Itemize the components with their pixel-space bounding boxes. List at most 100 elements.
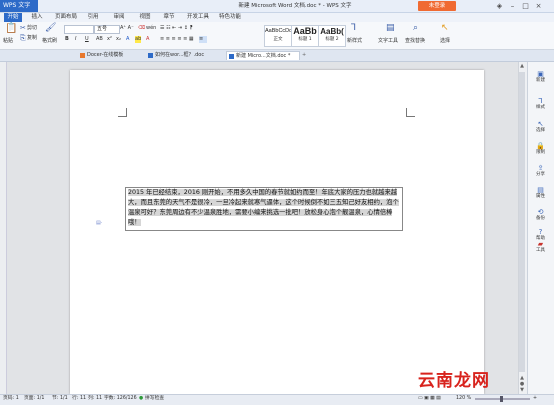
taskpane-select[interactable]: ↖ 选择 [527, 120, 554, 134]
paste-button[interactable]: 粘贴 [3, 38, 13, 45]
status-page-number: 页码: 1 [3, 396, 19, 401]
taskpane-label: 限制 [536, 150, 545, 155]
taskpane-styles[interactable]: Ꞁ 样式 [527, 97, 554, 111]
properties-icon: ▤ [537, 186, 544, 194]
scrollbar-thumb[interactable] [519, 72, 525, 372]
text-tools-button[interactable]: 文字工具 [378, 38, 398, 45]
grow-font-icon[interactable]: A⁺ A⁻ [120, 25, 134, 32]
align-icons[interactable]: ≡ ≡ ≡ ≡ ≡ ▦ [160, 36, 194, 43]
superscript-icon[interactable]: x² [107, 36, 112, 43]
new-style-button[interactable]: 新样式 [347, 38, 362, 45]
subscript-icon[interactable]: x₂ [116, 36, 121, 43]
taskpane-restrict[interactable]: 🔒 限制 [527, 142, 554, 156]
font-size-select[interactable]: 五号 [94, 25, 120, 34]
format-painter-button[interactable]: 格式刷 [42, 38, 57, 45]
new-tab-icon[interactable]: + [302, 52, 306, 59]
maximize-icon[interactable]: □ [520, 0, 531, 12]
cut-button[interactable]: 剪切 [27, 25, 37, 32]
new-doc-icon: ▣ [537, 70, 544, 78]
justify-active-icon[interactable]: ≡ [199, 36, 207, 43]
tab-references[interactable]: 引用 [84, 13, 102, 22]
tab-document-1[interactable]: 如何在wor...框？.doc [146, 51, 224, 60]
new-style-icon[interactable]: Ꞁ [351, 24, 356, 33]
font-color-icon[interactable]: A [126, 36, 129, 43]
text-tools-icon[interactable]: ▤ [386, 24, 395, 33]
select-icon: ↖ [537, 120, 544, 128]
status-row: 行: 11 [72, 396, 87, 401]
status-pages: 页面: 1/1 [24, 396, 45, 401]
view-mode-icons[interactable]: ▭ ▣ ▦ ▤ [418, 394, 441, 404]
find-replace-icon[interactable]: ⌕ [413, 24, 418, 33]
bullets-icon[interactable]: ☰ ☷ ⇤ ⇥ ↕ ⁋ [160, 25, 193, 32]
copy-icon[interactable]: ⎘ [20, 35, 26, 42]
taskpane-share[interactable]: ⇪ 分享 [527, 164, 554, 178]
style-sample: AaBb( [320, 27, 344, 36]
italic-button[interactable]: I [75, 36, 76, 43]
help-icon: ? [538, 228, 543, 236]
phonetic-icon[interactable]: wén [146, 25, 156, 32]
font-name-select[interactable] [64, 25, 94, 34]
paste-icon[interactable]: 📋 [5, 24, 17, 34]
scroll-up-icon[interactable]: ▲ [518, 63, 526, 69]
share-icon: ⇪ [537, 164, 544, 172]
style-normal[interactable]: AaBbCcDd 正文 [264, 25, 292, 47]
tab-view[interactable]: 视图 [136, 13, 154, 22]
styles-icon: Ꞁ [538, 97, 543, 105]
paragraph-handle-icon[interactable]: ▤· [96, 220, 104, 226]
app-menu-button[interactable]: WPS 文字 [0, 0, 38, 12]
bold-button[interactable]: B [65, 36, 69, 43]
taskpane-new[interactable]: ▣ 新建 [527, 70, 554, 84]
tab-chapter[interactable]: 章节 [160, 13, 178, 22]
taskpane-label: 选择 [536, 128, 545, 133]
login-button[interactable]: 未登录 [418, 1, 456, 11]
taskpane-label: 备份 [536, 216, 545, 221]
tab-insert[interactable]: 插入 [28, 13, 46, 22]
lock-icon: 🔒 [536, 142, 545, 150]
strikethrough-icon[interactable]: AB [96, 36, 103, 43]
taskpane-label: 工具 [536, 248, 545, 253]
status-section: 节: 1/1 [52, 396, 68, 401]
skin-icon[interactable]: ◈ [494, 0, 505, 12]
status-spellcheck[interactable]: 拼写检查 [145, 394, 164, 404]
style-heading-2[interactable]: AaBb( 标题 2 [318, 25, 346, 47]
status-column: 列: 11 [88, 396, 103, 401]
minimize-icon[interactable]: – [507, 0, 518, 12]
tab-developer[interactable]: 开发工具 [184, 13, 212, 22]
tab-page-layout[interactable]: 页面布局 [52, 13, 80, 22]
cut-icon[interactable]: ✂ [20, 25, 26, 32]
margin-marker [118, 108, 127, 117]
tab-docer-templates[interactable]: Docer-在线模板 [78, 51, 142, 60]
status-zoom[interactable]: 120 % [456, 394, 471, 404]
taskpane-backup[interactable]: ⟲ 备份 [527, 208, 554, 222]
zoom-in-icon[interactable]: + [533, 394, 537, 404]
tab-document-2[interactable]: 新建 Micro...文档.doc * [226, 51, 300, 60]
tab-review[interactable]: 审阅 [110, 13, 128, 22]
word-doc-icon [229, 54, 234, 59]
taskpane-properties[interactable]: ▤ 属性 [527, 186, 554, 200]
taskpane-label: 属性 [536, 194, 545, 199]
zoom-slider-handle[interactable] [500, 396, 503, 402]
underline-button[interactable]: U [85, 36, 89, 43]
document-page[interactable] [70, 70, 484, 394]
tab-home[interactable]: 开始 [4, 13, 22, 22]
format-painter-icon[interactable]: 🖌 [45, 24, 56, 33]
margin-marker [406, 108, 415, 117]
select-button[interactable]: 选择 [440, 38, 450, 45]
style-heading-1[interactable]: AaBb 标题 1 [291, 25, 319, 47]
highlight-icon[interactable]: ab [135, 36, 142, 43]
clear-format-icon[interactable]: ⌫ [138, 25, 145, 32]
spellcheck-icon[interactable]: ● [139, 394, 143, 404]
close-icon[interactable]: × [533, 0, 544, 12]
next-page-icon[interactable]: ▼ [518, 387, 526, 393]
tab-special[interactable]: 特色功能 [216, 13, 244, 22]
watermark-logo: 云南龙网 [418, 371, 490, 391]
document-paragraph[interactable]: 2015 年已经结束，2016 刚开始，不用多久中国的春节就如约而至！年底大家的… [128, 188, 400, 228]
toolbox-icon: ▰ [537, 240, 544, 248]
select-icon[interactable]: ↖ [441, 24, 449, 33]
char-shading-icon[interactable]: A [146, 36, 149, 43]
style-name: 正文 [273, 37, 283, 42]
status-word-count[interactable]: 字数: 126/126 [104, 394, 137, 404]
find-replace-button[interactable]: 查找替换 [405, 38, 425, 45]
taskpane-tools[interactable]: ▰ 工具 [527, 240, 554, 254]
copy-button[interactable]: 复制 [27, 35, 37, 42]
